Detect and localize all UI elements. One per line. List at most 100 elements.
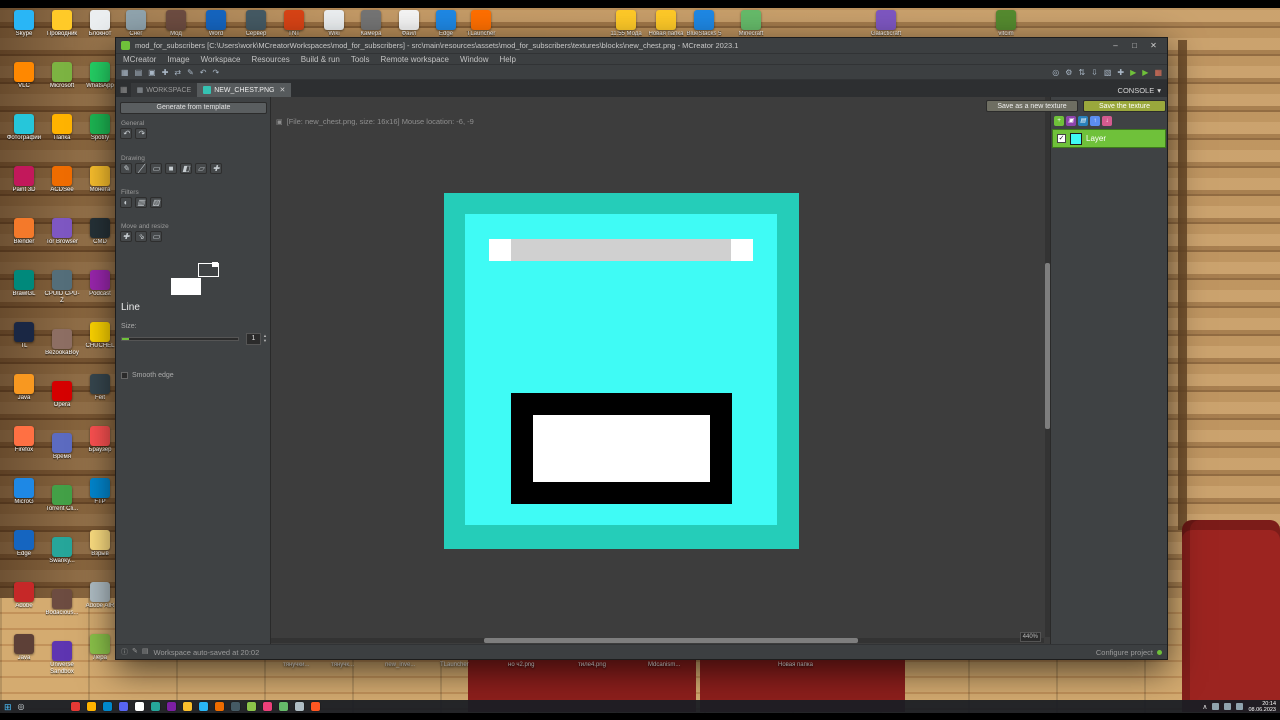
merge-layer-button[interactable]: ▤	[1078, 116, 1088, 126]
desktop-icon[interactable]: Фотографии	[6, 114, 42, 142]
desktop-icon[interactable]: WhatsApp	[82, 62, 118, 90]
undo-icon[interactable]: ↶	[200, 68, 207, 77]
noise-icon[interactable]: ▥	[135, 197, 147, 208]
app-icon[interactable]	[246, 702, 256, 711]
desktop-icon[interactable]: VLC	[6, 62, 42, 90]
menu-item[interactable]: Image	[167, 55, 189, 64]
menu-item[interactable]: Resources	[251, 55, 289, 64]
desktop-icon[interactable]: TNT	[276, 10, 312, 38]
explorer-icon[interactable]	[86, 702, 96, 711]
desktop-icon[interactable]: Новая папка	[648, 10, 684, 38]
desktop-icon[interactable]: Bodacious...	[44, 589, 80, 617]
line-size-slider[interactable]	[121, 337, 239, 341]
configure-project-button[interactable]: Configure project	[1096, 648, 1153, 657]
color-picker-icon[interactable]: ✚	[210, 163, 222, 174]
desktop-icon[interactable]: Swanky...	[44, 537, 80, 565]
app-icon[interactable]	[262, 702, 272, 711]
generate-from-template-button[interactable]: Generate from template	[120, 102, 267, 114]
line-size-value[interactable]: 1	[246, 333, 261, 345]
desktop-icon[interactable]: Adobe AIR	[82, 582, 118, 610]
desktop-icon[interactable]: Монета	[82, 166, 118, 194]
tab-new-chest-png[interactable]: NEW_CHEST.PNG ✕	[197, 83, 292, 97]
tab-workspace[interactable]: ▦ WORKSPACE	[130, 83, 198, 97]
package-icon[interactable]: ▧	[1104, 68, 1112, 77]
desktop-file[interactable]: Новая папка	[778, 662, 813, 668]
search-icon[interactable]: ◎	[1052, 68, 1059, 77]
desktop-icon[interactable]: Skype	[6, 10, 42, 38]
menu-item[interactable]: Workspace	[201, 55, 241, 64]
desktop-icon[interactable]: Проводник	[44, 10, 80, 38]
skype-icon[interactable]	[198, 702, 208, 711]
desktop-icon[interactable]: Adobe	[6, 582, 42, 610]
save-icon[interactable]: ▣	[148, 68, 156, 77]
desktop-icon[interactable]: Камера	[353, 10, 389, 38]
edit-icon[interactable]: ✎	[187, 68, 194, 77]
minecraft-icon[interactable]	[278, 702, 288, 711]
desktop-icon[interactable]: Opera	[44, 381, 80, 409]
desktop-icon[interactable]: TLauncher	[463, 10, 499, 38]
log-icon[interactable]: ▤	[142, 647, 149, 657]
edit-status-icon[interactable]: ✎	[132, 647, 138, 657]
desktop-icon[interactable]: BlueStacks 5	[686, 10, 722, 38]
new-file-icon[interactable]: ▦	[121, 68, 129, 77]
line-icon[interactable]: ╱	[135, 163, 147, 174]
desktop-icon[interactable]: BrawlGL	[6, 270, 42, 298]
desktop-file[interactable]: TLauncher	[440, 662, 469, 668]
smooth-edge-checkbox[interactable]	[121, 372, 128, 379]
layer-visibility-checkbox[interactable]: ✓	[1057, 134, 1066, 143]
desktop-icon[interactable]: Edge	[428, 10, 464, 38]
desktop-icon[interactable]: Блокнот	[82, 10, 118, 38]
desktop-icon[interactable]: Word	[198, 10, 234, 38]
build-icon[interactable]: ✚	[1117, 68, 1124, 77]
desktop-icon[interactable]: Мод	[158, 10, 194, 38]
desktop-file[interactable]: тиле4.png	[578, 662, 606, 668]
desktop-file[interactable]: тянучк...	[331, 662, 354, 668]
desktop-icon[interactable]: Время	[44, 433, 80, 461]
console-toggle[interactable]: CONSOLE ▾	[1118, 83, 1161, 97]
minimize-button[interactable]: –	[1107, 41, 1124, 50]
add-icon[interactable]: ✚	[162, 68, 169, 77]
menu-item[interactable]: Build & run	[301, 55, 340, 64]
edge-icon[interactable]	[134, 702, 144, 711]
sync-icon[interactable]: ⇄	[174, 68, 181, 77]
open-icon[interactable]: ▤	[135, 68, 143, 77]
desktop-icon[interactable]: Взрыв	[82, 530, 118, 558]
desktop-icon[interactable]: Снег	[118, 10, 154, 38]
desktop-icon[interactable]: TL	[6, 322, 42, 350]
desktop-icon[interactable]: Spotify	[82, 114, 118, 142]
add-layer-button[interactable]: +	[1054, 116, 1064, 126]
close-button[interactable]: ✕	[1145, 41, 1162, 50]
desktop-icon[interactable]: CPUID CPU-Z	[44, 270, 80, 305]
move-layer-down-button[interactable]: ↓	[1102, 116, 1112, 126]
undo-icon[interactable]: ↶	[120, 128, 132, 139]
menu-item[interactable]: Remote workspace	[381, 55, 449, 64]
tray-icon[interactable]	[1236, 703, 1244, 710]
app-icon[interactable]	[310, 702, 320, 711]
info-icon[interactable]: ⓘ	[121, 647, 128, 657]
desktop-icon[interactable]: Paint 3D	[6, 166, 42, 194]
fill-icon[interactable]: ◧	[180, 163, 192, 174]
move-icon[interactable]: ✚	[120, 231, 132, 242]
desktop-icon[interactable]: Wiki	[316, 10, 352, 38]
desktop-icon[interactable]: Microsoft	[44, 62, 80, 90]
desktop-icon[interactable]: MicroG	[6, 478, 42, 506]
app-icon[interactable]	[166, 702, 176, 711]
menu-item[interactable]: Help	[499, 55, 515, 64]
run-client-icon[interactable]: ▶	[1142, 68, 1148, 77]
import-export-icon[interactable]: ⇅	[1078, 68, 1085, 77]
run-icon[interactable]: ▶	[1130, 68, 1136, 77]
discord-icon[interactable]	[118, 702, 128, 711]
line-size-spinner[interactable]: ▲ ▼	[263, 333, 267, 343]
desktop-icon[interactable]: Universe Sandbox	[44, 641, 80, 676]
desktop-icon[interactable]: FTP	[82, 478, 118, 506]
desktop-file[interactable]: new_inve...	[385, 662, 415, 668]
close-tab-icon[interactable]: ✕	[279, 86, 285, 94]
download-icon[interactable]: ⇩	[1091, 68, 1098, 77]
resize-icon[interactable]: ⇘	[135, 231, 147, 242]
shape-icon[interactable]: ■	[165, 163, 177, 174]
yandex-browser-icon[interactable]	[70, 702, 80, 711]
desktop-icon[interactable]: vitcim	[988, 10, 1024, 38]
rectangle-icon[interactable]: ▭	[150, 163, 162, 174]
desktop-icon[interactable]: Java	[6, 634, 42, 662]
desktop-icon[interactable]: Java	[6, 374, 42, 402]
